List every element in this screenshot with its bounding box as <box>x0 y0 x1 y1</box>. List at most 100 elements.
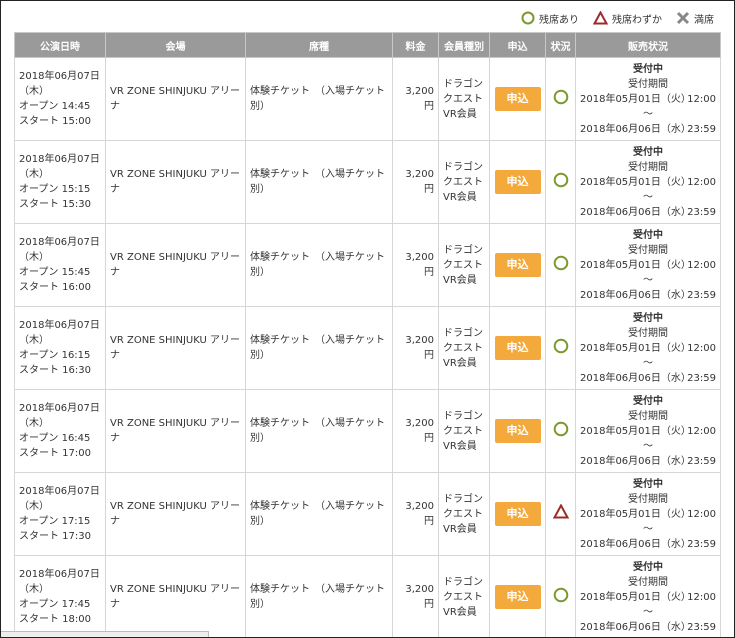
sales-from-date: 2018年05月01日（火） <box>580 508 691 520</box>
member-line: ドラゴン <box>443 327 483 339</box>
venue-cell: VR ZONE SHINJUKU アリーナ <box>105 57 246 141</box>
sales-period-label: 受付期間 <box>628 327 668 339</box>
apply-cell: 申込 <box>489 223 546 307</box>
weekday-text: （木） <box>19 335 49 346</box>
venue-cell: VR ZONE SHINJUKU アリーナ <box>105 306 246 390</box>
status-cell <box>545 472 576 556</box>
open-time: オープン 15:45 <box>19 267 91 278</box>
table-row: 2018年06月07日 （木） オープン 14:45 スタート 15:00 VR… <box>14 57 721 141</box>
header-apply: 申込 <box>489 32 546 58</box>
legend-label: 満席 <box>694 14 714 26</box>
apply-button[interactable]: 申込 <box>494 170 541 194</box>
table-row: 2018年06月07日 （木） オープン 17:45 スタート 18:00 VR… <box>14 555 721 637</box>
circle-available-icon <box>553 255 569 276</box>
sales-from-date: 2018年05月01日（火） <box>580 176 691 188</box>
status-cell <box>545 389 576 473</box>
sales-tilde: ～ <box>643 357 653 369</box>
apply-button[interactable]: 申込 <box>494 253 541 277</box>
apply-button[interactable]: 申込 <box>494 585 541 609</box>
start-time: スタート 17:30 <box>19 531 91 542</box>
horizontal-scrollbar[interactable] <box>1 631 209 637</box>
sales-to-date: 2018年06月06日（水） <box>580 455 691 467</box>
sales-from-time: 12:00 <box>687 508 716 520</box>
open-time: オープン 15:15 <box>19 184 91 195</box>
member-line: クエスト <box>443 425 483 437</box>
header-price: 料金 <box>392 32 439 58</box>
apply-cell: 申込 <box>489 140 546 224</box>
schedule-panel: 残席あり 残席わずか 満席 公演日時 会場 席種 料金 会員種別 申込 状況 販… <box>0 0 735 638</box>
sales-tilde: ～ <box>643 274 653 286</box>
weekday-text: （木） <box>19 584 49 595</box>
sales-period-label: 受付期間 <box>628 410 668 422</box>
header-venue: 会場 <box>105 32 246 58</box>
sales-cell: 受付中 受付期間 2018年05月01日（火） 12:00 ～ 2018年06月… <box>575 306 721 390</box>
sales-cell: 受付中 受付期間 2018年05月01日（火） 12:00 ～ 2018年06月… <box>575 389 721 473</box>
sales-status: 受付中 <box>633 561 663 573</box>
sales-status: 受付中 <box>633 146 663 158</box>
date-cell: 2018年06月07日 （木） オープン 16:15 スタート 16:30 <box>14 306 106 390</box>
date-text: 2018年06月07日 <box>19 403 100 414</box>
sales-period-label: 受付期間 <box>628 78 668 90</box>
member-line: クエスト <box>443 176 483 188</box>
sales-from-time: 12:00 <box>687 176 716 188</box>
sales-tilde: ～ <box>643 523 653 535</box>
sales-to-time: 23:59 <box>687 206 716 218</box>
start-time: スタート 15:30 <box>19 199 91 210</box>
weekday-text: （木） <box>19 501 49 512</box>
price-cell: 3,200円 <box>392 140 439 224</box>
start-time: スタート 16:00 <box>19 282 91 293</box>
member-line: ドラゴン <box>443 576 483 588</box>
sales-to-time: 23:59 <box>687 372 716 384</box>
venue-cell: VR ZONE SHINJUKU アリーナ <box>105 223 246 307</box>
start-time: スタート 18:00 <box>19 614 91 625</box>
circle-available-icon <box>553 338 569 359</box>
sales-to: 2018年06月06日（水） 23:59 <box>580 371 716 386</box>
sales-to-date: 2018年06月06日（水） <box>580 538 691 550</box>
table-row: 2018年06月07日 （木） オープン 16:45 スタート 17:00 VR… <box>14 389 721 473</box>
weekday-text: （木） <box>19 169 49 180</box>
sales-period-label: 受付期間 <box>628 493 668 505</box>
sales-to-date: 2018年06月06日（水） <box>580 621 691 633</box>
date-cell: 2018年06月07日 （木） オープン 16:45 スタート 17:00 <box>14 389 106 473</box>
date-text: 2018年06月07日 <box>19 320 100 331</box>
sales-from: 2018年05月01日（火） 12:00 <box>580 92 716 107</box>
sales-from-time: 12:00 <box>687 259 716 271</box>
date-text: 2018年06月07日 <box>19 154 100 165</box>
seat-cell: 体験チケット （入場チケット別） <box>245 472 393 556</box>
sales-period-label: 受付期間 <box>628 161 668 173</box>
legend-label: 残席わずか <box>612 14 662 26</box>
sales-from-date: 2018年05月01日（火） <box>580 342 691 354</box>
legend-label: 残席あり <box>539 14 579 26</box>
sales-period-label: 受付期間 <box>628 576 668 588</box>
cross-full-icon <box>676 11 690 25</box>
date-text: 2018年06月07日 <box>19 71 100 82</box>
member-cell: ドラゴン クエスト VR会員 <box>438 472 490 556</box>
date-cell: 2018年06月07日 （木） オープン 15:45 スタート 16:00 <box>14 223 106 307</box>
date-text: 2018年06月07日 <box>19 486 100 497</box>
price-cell: 3,200円 <box>392 472 439 556</box>
sales-from-time: 12:00 <box>687 425 716 437</box>
sales-cell: 受付中 受付期間 2018年05月01日（火） 12:00 ～ 2018年06月… <box>575 472 721 556</box>
sales-from: 2018年05月01日（火） 12:00 <box>580 590 716 605</box>
sales-status: 受付中 <box>633 63 663 75</box>
open-time: オープン 17:15 <box>19 516 91 527</box>
sales-period-label: 受付期間 <box>628 244 668 256</box>
seat-cell: 体験チケット （入場チケット別） <box>245 57 393 141</box>
price-cell: 3,200円 <box>392 223 439 307</box>
apply-button[interactable]: 申込 <box>494 87 541 111</box>
apply-button[interactable]: 申込 <box>494 336 541 360</box>
apply-button[interactable]: 申込 <box>494 502 541 526</box>
sales-to-date: 2018年06月06日（水） <box>580 289 691 301</box>
sales-tilde: ～ <box>643 191 653 203</box>
apply-button[interactable]: 申込 <box>494 419 541 443</box>
sales-tilde: ～ <box>643 606 653 618</box>
sales-from-time: 12:00 <box>687 93 716 105</box>
status-cell <box>545 57 576 141</box>
seat-cell: 体験チケット （入場チケット別） <box>245 389 393 473</box>
member-line: クエスト <box>443 591 483 603</box>
header-member: 会員種別 <box>438 32 490 58</box>
member-line: ドラゴン <box>443 161 483 173</box>
price-cell: 3,200円 <box>392 389 439 473</box>
seat-cell: 体験チケット （入場チケット別） <box>245 306 393 390</box>
triangle-few-icon <box>552 503 569 524</box>
